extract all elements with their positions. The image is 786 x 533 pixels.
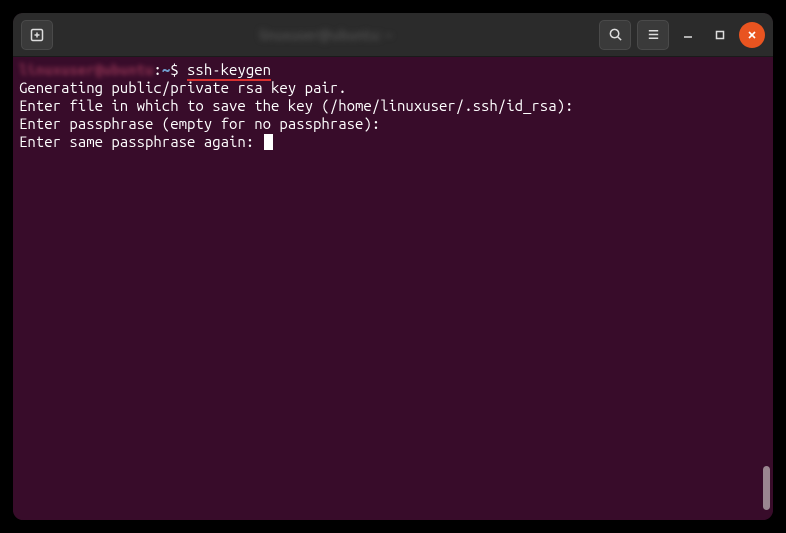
window-title: linuxuser@ubuntu: ~ <box>59 27 593 43</box>
terminal-window: linuxuser@ubuntu: ~ <box>13 13 773 520</box>
minimize-button[interactable] <box>675 22 701 48</box>
titlebar: linuxuser@ubuntu: ~ <box>13 13 773 57</box>
search-button[interactable] <box>599 20 631 50</box>
output-text: Enter same passphrase again: <box>19 133 263 150</box>
terminal-body[interactable]: linuxuser@ubuntu:~$ ssh-keygen Generatin… <box>13 57 773 520</box>
prompt-sep: : <box>153 61 161 78</box>
maximize-icon <box>715 30 725 40</box>
close-icon <box>747 30 757 40</box>
titlebar-controls <box>599 20 765 50</box>
maximize-button[interactable] <box>707 22 733 48</box>
output-line: Enter file in which to save the key (/ho… <box>19 97 767 115</box>
prompt-line: linuxuser@ubuntu:~$ ssh-keygen <box>19 61 767 79</box>
close-button[interactable] <box>739 22 765 48</box>
hamburger-icon <box>646 27 661 42</box>
prompt-path: ~ <box>162 61 170 78</box>
output-line: Generating public/private rsa key pair. <box>19 79 767 97</box>
new-tab-icon <box>29 27 45 43</box>
scrollbar-thumb[interactable] <box>763 466 770 510</box>
search-icon <box>608 27 623 42</box>
minimize-icon <box>683 30 693 40</box>
menu-button[interactable] <box>637 20 669 50</box>
output-line: Enter passphrase (empty for no passphras… <box>19 115 767 133</box>
prompt-user-host: linuxuser@ubuntu <box>19 61 153 78</box>
new-tab-button[interactable] <box>21 20 53 50</box>
prompt-symbol: $ <box>170 61 178 78</box>
cursor <box>264 134 273 150</box>
output-line: Enter same passphrase again: <box>19 133 767 151</box>
command-text: ssh-keygen <box>187 61 271 81</box>
